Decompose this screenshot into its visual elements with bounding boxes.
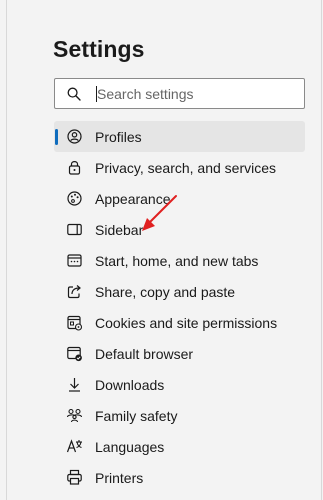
sidebar-item-label: Profiles	[95, 129, 142, 145]
sidebar-item-downloads[interactable]: Downloads	[54, 369, 305, 400]
sidebar-item-languages[interactable]: Languages	[54, 431, 305, 462]
profile-icon	[66, 128, 83, 145]
search-icon	[67, 87, 81, 101]
start-home-icon	[66, 252, 83, 269]
search-input[interactable]	[97, 85, 297, 103]
sidebar-item-label: Appearance	[95, 191, 171, 207]
sidebar-item-sidebar[interactable]: Sidebar	[54, 214, 305, 245]
sidebar-item-label: Languages	[95, 439, 165, 455]
page-title: Settings	[53, 36, 145, 62]
sidebar-item-label: Privacy, search, and services	[95, 160, 277, 176]
sidebar-item-start-home[interactable]: Start, home, and new tabs	[54, 245, 305, 276]
sidebar-item-label: Family safety	[95, 408, 178, 424]
sidebar-item-label: Sidebar	[95, 222, 144, 238]
printer-icon	[66, 469, 83, 486]
sidebar-item-label: Printers	[95, 470, 144, 486]
sidebar-item-printers[interactable]: Printers	[54, 462, 305, 493]
cookies-icon	[66, 314, 83, 331]
sidebar-item-privacy[interactable]: Privacy, search, and services	[54, 152, 305, 183]
languages-icon	[66, 438, 83, 455]
sidebar-item-cookies[interactable]: Cookies and site permissions	[54, 307, 305, 338]
search-box[interactable]	[54, 78, 305, 109]
sidebar-icon	[66, 221, 83, 238]
settings-navigation: Profiles Privacy, search, and services A…	[54, 121, 305, 493]
appearance-icon	[66, 190, 83, 207]
sidebar-item-label: Start, home, and new tabs	[95, 253, 259, 269]
sidebar-item-label: Share, copy and paste	[95, 284, 236, 300]
sidebar-item-appearance[interactable]: Appearance	[54, 183, 305, 214]
sidebar-item-family-safety[interactable]: Family safety	[54, 400, 305, 431]
default-browser-icon	[66, 345, 83, 362]
family-icon	[66, 407, 83, 424]
lock-icon	[66, 159, 83, 176]
sidebar-item-label: Downloads	[95, 377, 165, 393]
sidebar-item-label: Default browser	[95, 346, 194, 362]
sidebar-item-default-browser[interactable]: Default browser	[54, 338, 305, 369]
download-icon	[66, 376, 83, 393]
sidebar-item-profiles[interactable]: Profiles	[54, 121, 305, 152]
text-cursor	[96, 86, 97, 102]
sidebar-item-share[interactable]: Share, copy and paste	[54, 276, 305, 307]
sidebar-item-label: Cookies and site permissions	[95, 315, 278, 331]
share-icon	[66, 283, 83, 300]
